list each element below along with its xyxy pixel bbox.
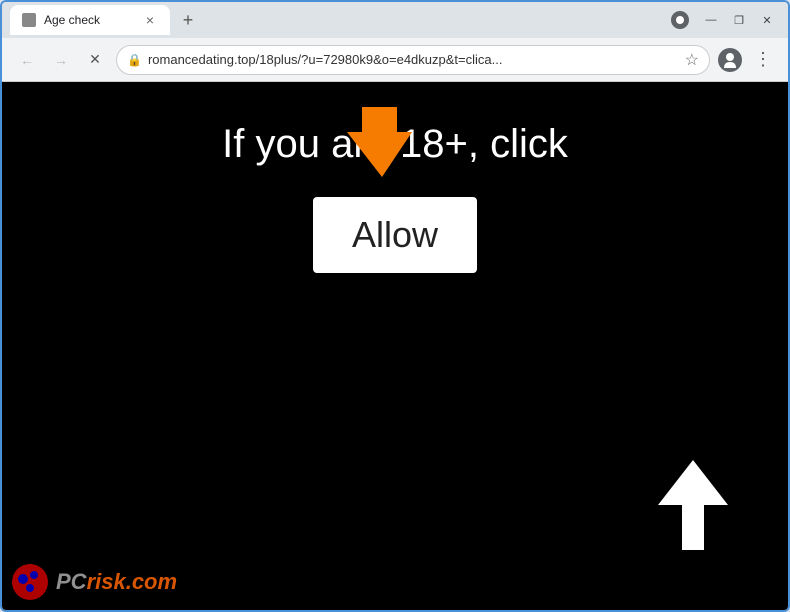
back-button[interactable]: ← [14, 47, 40, 73]
address-bar: ← → ✕ 🔒 romancedating.top/18plus/?u=7298… [2, 38, 788, 82]
window-controls: — ❐ ✕ [698, 10, 780, 30]
profile-icon[interactable] [718, 48, 742, 72]
webpage-content: If you are 18+, click Allow [2, 82, 788, 610]
maximize-button[interactable]: ❐ [726, 10, 752, 30]
browser-window: Age check × + — ❐ ✕ ← → ✕ 🔒 romancedatin… [0, 0, 790, 612]
menu-icon[interactable]: ⋮ [750, 45, 776, 74]
watermark-logo [10, 562, 50, 602]
close-button[interactable]: ✕ [754, 10, 780, 30]
url-bar[interactable]: 🔒 romancedating.top/18plus/?u=72980k9&o=… [116, 45, 710, 75]
url-text: romancedating.top/18plus/?u=72980k9&o=e4… [148, 52, 679, 67]
watermark: PCrisk.com [10, 562, 177, 602]
browser-tab[interactable]: Age check × [10, 5, 170, 35]
watermark-suffix: risk.com [87, 569, 178, 594]
white-up-arrow [658, 460, 728, 550]
lock-icon: 🔒 [127, 53, 142, 67]
watermark-text: PCrisk.com [56, 569, 177, 595]
allow-button[interactable]: Allow [313, 197, 477, 273]
tab-title: Age check [44, 13, 134, 27]
forward-button[interactable]: → [48, 47, 74, 73]
tab-favicon [22, 13, 36, 27]
new-tab-button[interactable]: + [174, 6, 202, 34]
white-arrow-body [682, 505, 704, 550]
minimize-button[interactable]: — [698, 10, 724, 30]
title-bar: Age check × + — ❐ ✕ [2, 2, 788, 38]
reload-button[interactable]: ✕ [82, 47, 108, 73]
watermark-prefix: PC [56, 569, 87, 594]
tab-close-button[interactable]: × [142, 12, 158, 28]
white-arrow-head [658, 460, 728, 505]
bookmark-icon[interactable]: ☆ [685, 50, 699, 70]
downloads-icon[interactable] [666, 6, 694, 34]
age-check-heading: If you are 18+, click [2, 122, 788, 167]
